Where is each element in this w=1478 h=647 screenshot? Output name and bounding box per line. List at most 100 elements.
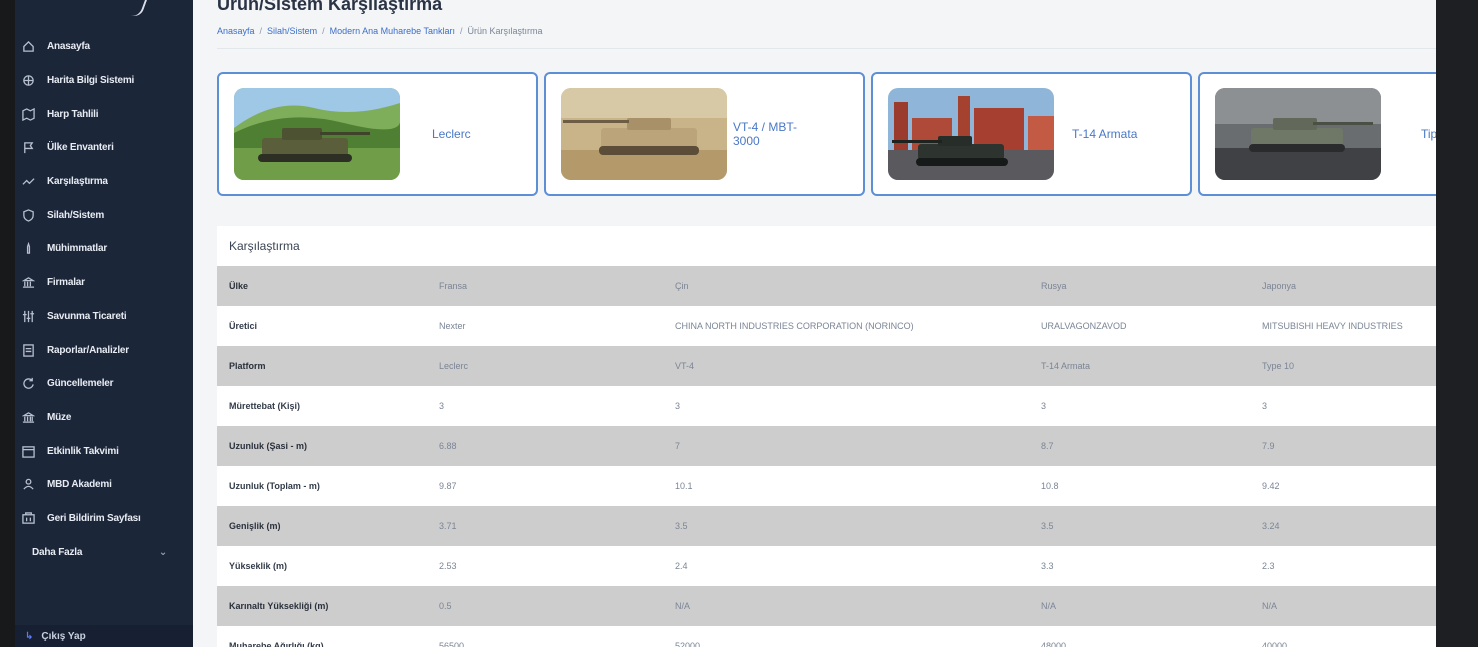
table-cell: 2.53: [427, 546, 663, 586]
table-cell: T-14 Armata: [1029, 346, 1250, 386]
card-name: Tip: [1421, 127, 1436, 141]
brand-logo: [15, 0, 193, 22]
sidebar-item-label: Güncellemeler: [47, 378, 114, 390]
sidebar-item-label: Harita Bilgi Sistemi: [47, 75, 135, 87]
table-cell: 3: [663, 386, 1029, 426]
divider: [217, 48, 1436, 49]
trend-icon: [21, 175, 35, 189]
user-icon: [21, 478, 35, 492]
comparison-table: Ülke Fransa Çin Rusya Japonya Üretici Nexter CH…: [217, 266, 1436, 647]
tank-image-type10: [1215, 88, 1381, 180]
row-label: Muharebe Ağırlığı (kg): [217, 626, 427, 647]
sidebar-item-label: Mühimmatlar: [47, 243, 108, 255]
sidebar-item-label: Ülke Envanteri: [47, 142, 114, 154]
sidebar-item-label: Müze: [47, 411, 72, 423]
sidebar-item-label: Raporlar/Analizler: [47, 344, 129, 356]
sidebar-item-label: Harp Tahlili: [47, 108, 99, 120]
product-card-vt4[interactable]: VT-4 / MBT-3000: [544, 72, 865, 196]
sidebar: Anasayfa Harita Bilgi Sistemi Harp Tahlili…: [15, 0, 193, 647]
sidebar-item-feedback[interactable]: Geri Bildirim Sayfası: [15, 502, 193, 536]
museum-icon: [21, 410, 35, 424]
row-label: Uzunluk (Şasi - m): [217, 426, 427, 466]
sidebar-item-sliders[interactable]: Savunma Ticareti: [15, 300, 193, 334]
sidebar-item-label: Karşılaştırma: [47, 176, 108, 188]
sidebar-more-toggle[interactable]: Daha Fazla ⌄: [15, 535, 193, 569]
table-cell: 56500: [427, 626, 663, 647]
table-cell: 7: [663, 426, 1029, 466]
row-label: Üretici: [217, 306, 427, 346]
sidebar-item-map[interactable]: Harp Tahlili: [15, 97, 193, 131]
sidebar-item-museum[interactable]: Müze: [15, 401, 193, 435]
sidebar-item-calendar[interactable]: Etkinlik Takvimi: [15, 434, 193, 468]
sidebar-item-label: Anasayfa: [47, 41, 90, 53]
sidebar-item-home[interactable]: Anasayfa: [15, 30, 193, 64]
product-card-leclerc[interactable]: Leclerc: [217, 72, 538, 196]
sidebar-item-ammo[interactable]: Mühimmatlar: [15, 232, 193, 266]
chevron-down-icon: ⌄: [158, 546, 167, 558]
table-cell: MITSUBISHI HEAVY INDUSTRIES: [1250, 306, 1436, 346]
table-cell: 0.5: [427, 586, 663, 626]
table-cell: 9.42: [1250, 466, 1436, 506]
comparison-table-section: Karşılaştırma Ülke Fransa Çin Rusya Japonya Ü…: [217, 226, 1436, 647]
sidebar-item-label: MBD Akademi: [47, 479, 112, 491]
table-row: Genişlik (m) 3.71 3.5 3.5 3.24: [217, 506, 1436, 546]
sidebar-item-flag[interactable]: Ülke Envanteri: [15, 131, 193, 165]
table-cell: 10.1: [663, 466, 1029, 506]
table-cell: 3.5: [663, 506, 1029, 546]
sidebar-item-report[interactable]: Raporlar/Analizler: [15, 333, 193, 367]
table-cell: Nexter: [427, 306, 663, 346]
sidebar-item-refresh[interactable]: Güncellemeler: [15, 367, 193, 401]
row-label: Yükseklik (m): [217, 546, 427, 586]
sidebar-more-label: Daha Fazla: [32, 546, 83, 558]
table-cell: N/A: [1029, 586, 1250, 626]
table-cell: 40000: [1250, 626, 1436, 647]
table-row: Üretici Nexter CHINA NORTH INDUSTRIES CORP…: [217, 306, 1436, 346]
tank-image-t14: [888, 88, 1054, 180]
sliders-icon: [21, 309, 35, 323]
card-name: Leclerc: [432, 127, 471, 141]
sidebar-item-label: Savunma Ticareti: [47, 310, 127, 322]
sidebar-item-building[interactable]: Firmalar: [15, 266, 193, 300]
sidebar-item-trend[interactable]: Karşılaştırma: [15, 165, 193, 199]
breadcrumb-weapons[interactable]: Silah/Sistem: [267, 26, 317, 36]
table-cell: 48000: [1029, 626, 1250, 647]
home-icon: [21, 40, 35, 54]
feedback-icon: [21, 511, 35, 525]
sidebar-item-user[interactable]: MBD Akademi: [15, 468, 193, 502]
breadcrumb-tanks[interactable]: Modern Ana Muharebe Tankları: [330, 26, 455, 36]
product-card-t14[interactable]: T-14 Armata: [871, 72, 1192, 196]
row-label: Uzunluk (Toplam - m): [217, 466, 427, 506]
ammo-icon: [21, 242, 35, 256]
table-cell: Leclerc: [427, 346, 663, 386]
table-cell: 3.3: [1029, 546, 1250, 586]
sidebar-item-shield[interactable]: Silah/Sistem: [15, 198, 193, 232]
breadcrumb-current: Ürün Karşılaştırma: [467, 26, 543, 36]
report-icon: [21, 343, 35, 357]
table-cell: 10.8: [1029, 466, 1250, 506]
sidebar-nav: Anasayfa Harita Bilgi Sistemi Harp Tahlili…: [15, 30, 193, 569]
page-title: Ürün/Sistem Karşılaştırma: [217, 0, 443, 14]
sidebar-item-label: Etkinlik Takvimi: [47, 445, 119, 457]
breadcrumb-separator: /: [322, 26, 325, 36]
app-frame: Anasayfa Harita Bilgi Sistemi Harp Tahlili…: [0, 0, 1478, 647]
logout-button[interactable]: ↳ Çıkış Yap: [15, 625, 193, 647]
breadcrumb-separator: /: [460, 26, 463, 36]
table-cell: N/A: [1250, 586, 1436, 626]
sidebar-item-label: Firmalar: [47, 277, 85, 289]
comparison-heading: Karşılaştırma: [229, 239, 300, 253]
table-row: Uzunluk (Toplam - m) 9.87 10.1 10.8 9.42: [217, 466, 1436, 506]
table-cell: 3.5: [1029, 506, 1250, 546]
table-cell: 3.24: [1250, 506, 1436, 546]
product-cards: Leclerc VT-4 / MBT-3000 T-14 Armata Tip: [217, 72, 1436, 196]
window-edge-right: [1436, 0, 1478, 647]
table-row: Uzunluk (Şasi - m) 6.88 7 8.7 7.9: [217, 426, 1436, 466]
table-cell: Rusya: [1029, 266, 1250, 306]
table-row: Ülke Fransa Çin Rusya Japonya: [217, 266, 1436, 306]
table-row: Mürettebat (Kişi) 3 3 3 3: [217, 386, 1436, 426]
table-cell: Fransa: [427, 266, 663, 306]
logout-label: Çıkış Yap: [41, 630, 86, 642]
sidebar-item-globe[interactable]: Harita Bilgi Sistemi: [15, 64, 193, 98]
product-card-type10[interactable]: Tip: [1198, 72, 1436, 196]
breadcrumb-home[interactable]: Anasayfa: [217, 26, 255, 36]
card-name: VT-4 / MBT-3000: [733, 120, 798, 148]
